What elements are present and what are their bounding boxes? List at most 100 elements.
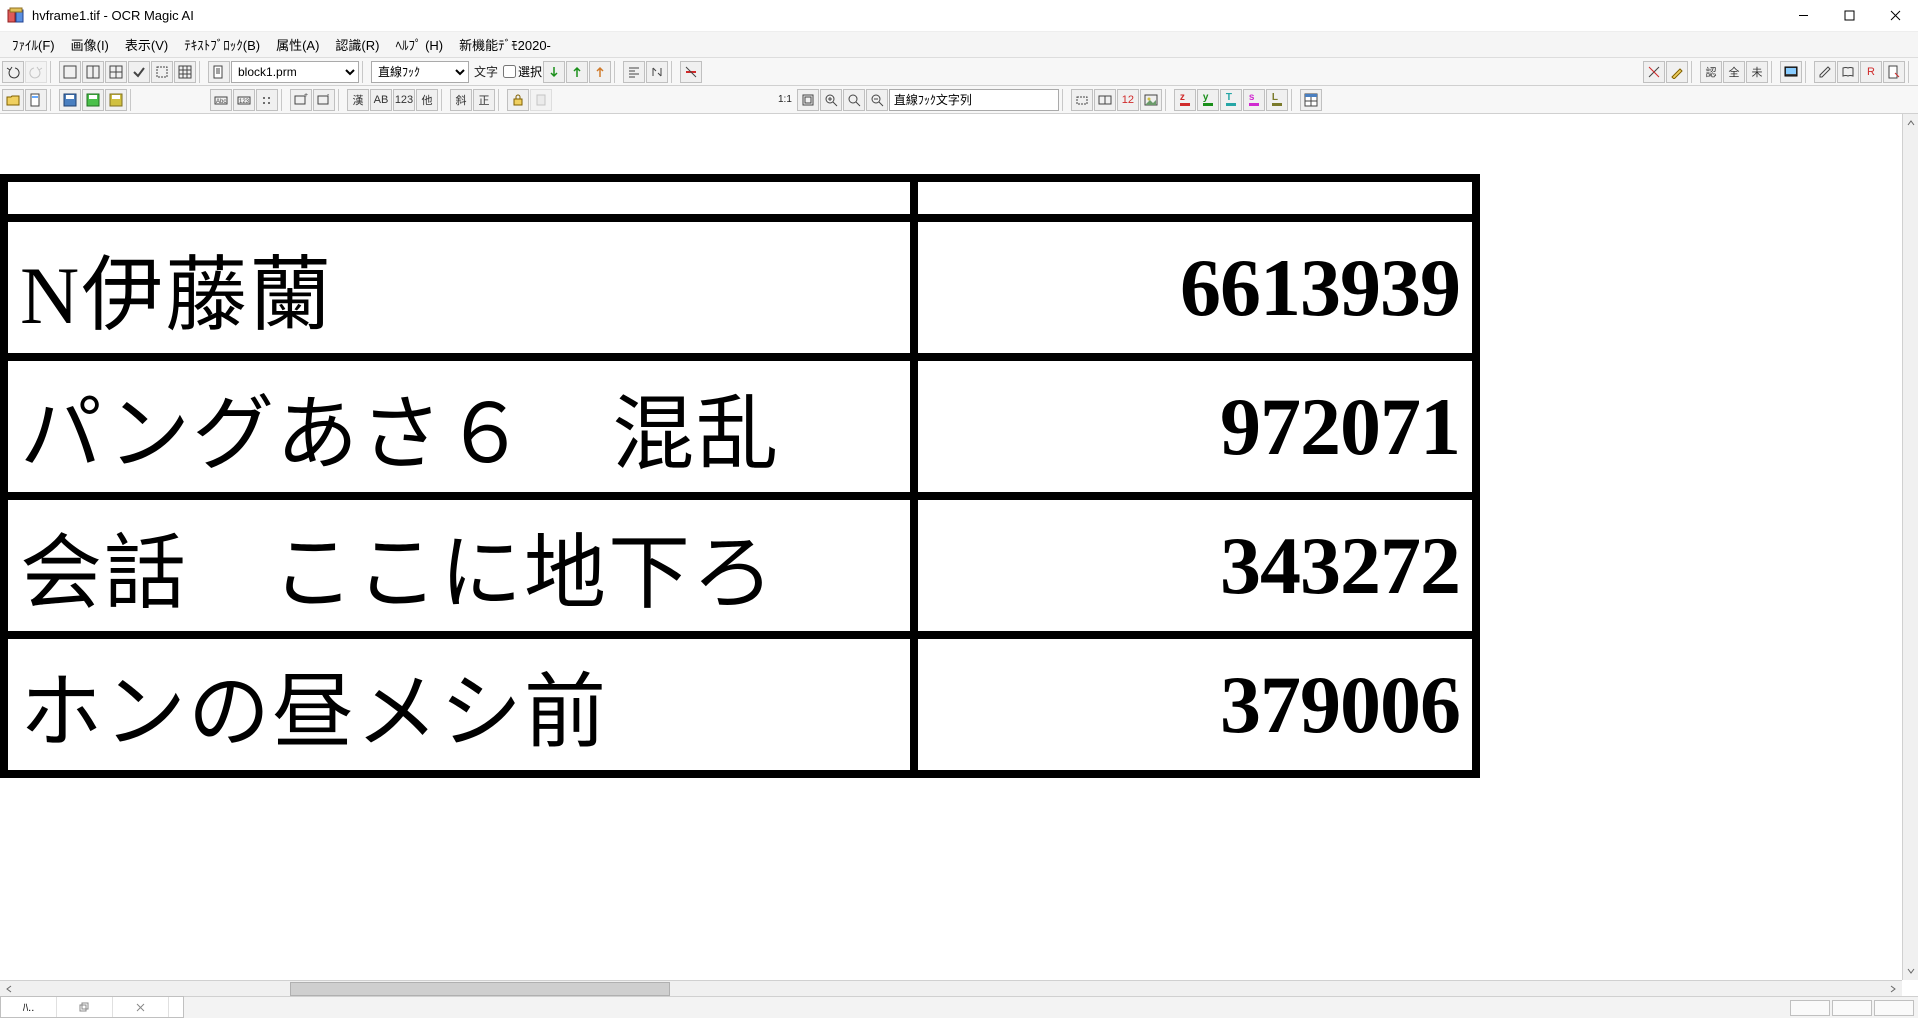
menu-textblock[interactable]: ﾃｷｽﾄﾌﾞﾛｯｸ(B) <box>176 33 268 56</box>
scroll-down-button[interactable] <box>1903 962 1918 980</box>
frame-plus-button[interactable]: + <box>290 89 312 111</box>
toolbar-row-2: Abc 123 + - 漢 AB 123 他 斜 正 1:1 12 z y T … <box>0 86 1918 114</box>
recognize-not-done-button[interactable]: 未 <box>1746 61 1768 83</box>
color-y-button[interactable]: y <box>1197 89 1219 111</box>
kanji-mode-button[interactable]: 漢 <box>347 89 369 111</box>
overlay-2-button[interactable] <box>1094 89 1116 111</box>
image-button[interactable] <box>1140 89 1162 111</box>
overlay-1-button[interactable] <box>1071 89 1093 111</box>
zoom-button[interactable] <box>843 89 865 111</box>
zoom-ratio-label: 1:1 <box>774 94 796 105</box>
123-frame-button[interactable]: 123 <box>233 89 255 111</box>
color-s-button[interactable]: s <box>1243 89 1265 111</box>
align-left-button[interactable] <box>623 61 645 83</box>
save-green-button[interactable] <box>82 89 104 111</box>
vertical-scrollbar[interactable] <box>1902 114 1918 980</box>
cell-left: 会話 ここに地下ろ <box>4 496 914 635</box>
cell-right: 343272 <box>914 496 1476 635</box>
svg-text:123: 123 <box>239 99 250 105</box>
pencil-strike-button[interactable] <box>1643 61 1665 83</box>
recognize-all-button[interactable]: 全 <box>1723 61 1745 83</box>
document-viewport[interactable]: N伊藤蘭 6613939 パングあさ６ 混乱 972071 会話 ここに地下ろ … <box>0 114 1902 980</box>
app-icon <box>6 6 26 26</box>
menu-new-features[interactable]: 新機能ﾃﾞﾓ2020- <box>451 33 559 56</box>
menu-help[interactable]: ﾍﾙﾌﾟ (H) <box>387 33 451 56</box>
save-blue-button[interactable] <box>59 89 81 111</box>
undo-button[interactable] <box>2 61 24 83</box>
book-open-button[interactable] <box>1837 61 1859 83</box>
layout-3-button[interactable] <box>105 61 127 83</box>
doc-icon-button[interactable] <box>208 61 230 83</box>
frame-minus-button[interactable]: - <box>313 89 335 111</box>
upright-button[interactable]: 正 <box>473 89 495 111</box>
layout-1-button[interactable] <box>59 61 81 83</box>
save-yellow-button[interactable] <box>105 89 127 111</box>
tab-3-close[interactable] <box>113 997 169 1017</box>
abc-frame-button[interactable]: Abc <box>210 89 232 111</box>
block-param-select[interactable]: block1.prm <box>231 61 359 83</box>
edit-doc-button[interactable] <box>1883 61 1905 83</box>
scroll-left-button[interactable] <box>0 981 18 997</box>
toolbar-row-1: block1.prm 直線ﾌｯｸ 文字 選択 認 全 未 R <box>0 58 1918 86</box>
screen-button[interactable] <box>1780 61 1802 83</box>
select-checkbox[interactable]: 選択 <box>503 63 542 80</box>
zoom-out-button[interactable] <box>866 89 888 111</box>
strike-button[interactable] <box>680 61 702 83</box>
r-button[interactable]: R <box>1860 61 1882 83</box>
arrow-down-button[interactable] <box>543 61 565 83</box>
arrow-up-green-button[interactable] <box>566 61 588 83</box>
tab-2-restore[interactable] <box>57 997 113 1017</box>
selection-rect-button[interactable] <box>151 61 173 83</box>
menu-file[interactable]: ﾌｧｲﾙ(F) <box>4 33 63 56</box>
scroll-up-button[interactable] <box>1903 114 1918 132</box>
dots-button[interactable] <box>256 89 278 111</box>
sort-button[interactable] <box>646 61 668 83</box>
paste-button[interactable] <box>530 89 552 111</box>
menu-recognize[interactable]: 認識(R) <box>327 33 387 56</box>
pencil-button[interactable] <box>1666 61 1688 83</box>
scroll-thumb[interactable] <box>290 982 670 996</box>
close-button[interactable] <box>1872 0 1918 32</box>
hook-select[interactable]: 直線ﾌｯｸ <box>371 61 469 83</box>
menu-view[interactable]: 表示(V) <box>117 33 176 56</box>
svg-text:Abc: Abc <box>216 99 226 105</box>
minimize-button[interactable] <box>1780 0 1826 32</box>
grid-button[interactable] <box>174 61 196 83</box>
zoom-in-button[interactable] <box>820 89 842 111</box>
svg-text:-: - <box>327 93 330 99</box>
moji-label: 文字 <box>470 63 502 80</box>
color-l-button[interactable]: L <box>1266 89 1288 111</box>
status-cell-1 <box>1790 1000 1830 1016</box>
other-mode-button[interactable]: 他 <box>416 89 438 111</box>
maximize-button[interactable] <box>1826 0 1872 32</box>
italic-button[interactable]: 斜 <box>450 89 472 111</box>
check-button[interactable] <box>128 61 150 83</box>
document-content: N伊藤蘭 6613939 パングあさ６ 混乱 972071 会話 ここに地下ろ … <box>0 174 1480 778</box>
status-cell-2 <box>1832 1000 1872 1016</box>
menu-image[interactable]: 画像(I) <box>63 33 117 56</box>
lock-button[interactable] <box>507 89 529 111</box>
cell-left: ホンの昼メシ前 <box>4 635 914 774</box>
menu-attributes[interactable]: 属性(A) <box>268 33 327 56</box>
fit-box-button[interactable] <box>797 89 819 111</box>
table-row: ホンの昼メシ前 379006 <box>4 635 1476 774</box>
numeric-mode-button[interactable]: 123 <box>393 89 415 111</box>
hook-text-input[interactable] <box>889 89 1059 111</box>
recognize-ninshiki-button[interactable]: 認 <box>1700 61 1722 83</box>
open-folder-button[interactable] <box>2 89 24 111</box>
edit-pencil-button[interactable] <box>1814 61 1836 83</box>
redo-button[interactable] <box>25 61 47 83</box>
alpha-mode-button[interactable]: AB <box>370 89 392 111</box>
horizontal-scrollbar[interactable] <box>0 980 1902 996</box>
doc-list-button[interactable] <box>25 89 47 111</box>
color-t-button[interactable]: T <box>1220 89 1242 111</box>
tab-1[interactable]: ﾊ.. <box>1 997 57 1017</box>
cell-right: 6613939 <box>914 218 1476 357</box>
overlay-12-button[interactable]: 12 <box>1117 89 1139 111</box>
arrow-up-orange-button[interactable] <box>589 61 611 83</box>
layout-2-button[interactable] <box>82 61 104 83</box>
scroll-right-button[interactable] <box>1884 981 1902 997</box>
table-row: N伊藤蘭 6613939 <box>4 218 1476 357</box>
window-grid-button[interactable] <box>1300 89 1322 111</box>
color-z-button[interactable]: z <box>1174 89 1196 111</box>
